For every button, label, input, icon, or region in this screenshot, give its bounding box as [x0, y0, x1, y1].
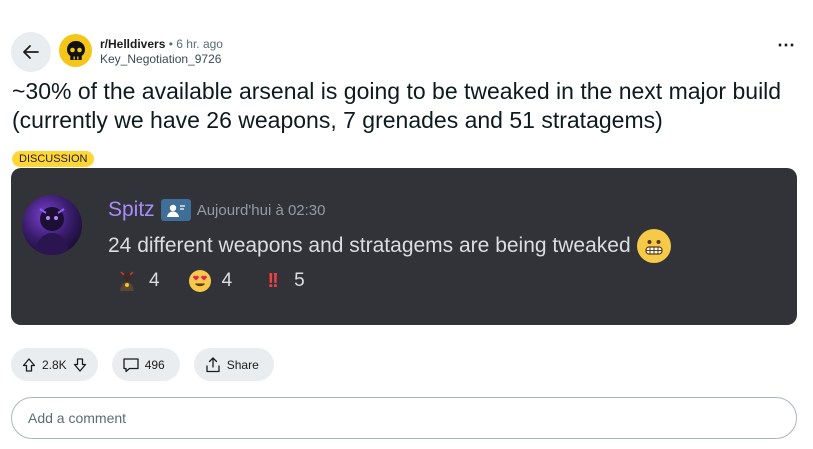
- vote-count: 2.8K: [42, 357, 67, 372]
- skull-icon: [66, 40, 85, 60]
- reaction-count: 4: [149, 270, 160, 291]
- reaction-count: 4: [221, 270, 233, 291]
- reaction-item[interactable]: 4: [115, 269, 160, 293]
- post-image[interactable]: Spitz Aujourd'hui à 02:30 24 different w…: [11, 168, 797, 325]
- share-label: Share: [226, 357, 259, 372]
- vote-pill: 2.8K: [11, 348, 98, 381]
- post-actions: 2.8K 496 Share: [11, 348, 288, 381]
- grimacing-face-icon: [636, 229, 671, 263]
- reaction-bar: 4 4 !! 5: [115, 269, 333, 293]
- double-exclamation-icon: !!: [267, 269, 278, 292]
- back-button[interactable]: [11, 32, 51, 72]
- comment-box[interactable]: [11, 397, 797, 439]
- arrow-left-icon: [23, 45, 39, 59]
- upvote-icon[interactable]: [21, 357, 37, 373]
- reaction-item[interactable]: 4: [188, 269, 233, 293]
- downvote-icon[interactable]: [72, 357, 88, 373]
- character-emoji-icon: [115, 269, 139, 293]
- reaction-count: 5: [294, 270, 305, 291]
- post-title: ~30% of the available arsenal is going t…: [12, 78, 782, 133]
- discord-message: 24 different weapons and stratagems are …: [108, 234, 631, 257]
- subreddit-link[interactable]: r/Helldivers: [100, 37, 165, 51]
- share-icon: [206, 356, 220, 372]
- comments-button[interactable]: 496: [111, 348, 180, 381]
- role-badge-icon: [160, 199, 191, 221]
- comment-input[interactable]: [28, 410, 796, 426]
- discord-timestamp: Aujourd'hui à 02:30: [196, 201, 326, 219]
- more-options-button[interactable]: ⋯: [777, 36, 795, 54]
- discord-username: Spitz: [108, 198, 155, 221]
- post-time: 6 hr. ago: [176, 37, 223, 51]
- post-flair[interactable]: DISCUSSION: [12, 151, 95, 167]
- heart-eyes-emoji-icon: [188, 269, 212, 293]
- subreddit-avatar[interactable]: [59, 34, 92, 67]
- discord-avatar: [22, 195, 82, 255]
- post-meta: r/Helldivers • 6 hr. ago Key_Negotiation…: [100, 37, 223, 67]
- comment-icon: [123, 357, 139, 372]
- reaction-item[interactable]: !! 5: [260, 269, 305, 293]
- comment-count: 496: [144, 357, 165, 372]
- meta-separator: •: [168, 37, 173, 51]
- share-button[interactable]: Share: [193, 348, 274, 381]
- author-link[interactable]: Key_Negotiation_9726: [100, 52, 223, 67]
